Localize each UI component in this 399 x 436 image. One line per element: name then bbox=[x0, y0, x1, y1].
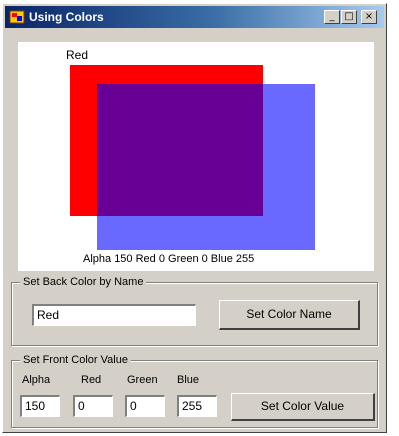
front-color-group-label: Set Front Color Value bbox=[20, 353, 131, 367]
close-button[interactable]: × bbox=[361, 10, 377, 24]
back-color-group: Set Back Color by Name Red Set Color Nam… bbox=[11, 275, 378, 346]
app-icon bbox=[9, 10, 25, 24]
alpha-label: Alpha bbox=[22, 374, 51, 386]
blue-label: Blue bbox=[177, 374, 200, 386]
alpha-input[interactable]: 150 bbox=[20, 395, 60, 417]
color-name-input[interactable]: Red bbox=[32, 304, 196, 326]
blue-translucent-rectangle bbox=[97, 84, 315, 250]
set-color-name-button[interactable]: Set Color Name bbox=[219, 300, 360, 330]
front-color-group: Set Front Color Value Alpha Red Green Bl… bbox=[11, 353, 378, 428]
green-label: Green bbox=[127, 374, 158, 386]
canvas-top-label: Red bbox=[66, 48, 88, 62]
title-bar[interactable]: Using Colors _ □ × bbox=[5, 6, 384, 28]
maximize-button[interactable]: □ bbox=[341, 10, 357, 24]
drawing-canvas: Red Alpha 150 Red 0 Green 0 Blue 255 bbox=[18, 42, 374, 271]
window-title: Using Colors bbox=[29, 10, 104, 24]
canvas-bottom-label: Alpha 150 Red 0 Green 0 Blue 255 bbox=[83, 253, 254, 265]
back-color-group-label: Set Back Color by Name bbox=[20, 275, 147, 289]
green-input[interactable]: 0 bbox=[125, 395, 165, 417]
red-input[interactable]: 0 bbox=[73, 395, 113, 417]
red-label: Red bbox=[81, 374, 102, 386]
app-window: Using Colors _ □ × Red Alpha 150 Red 0 G… bbox=[2, 3, 387, 433]
blue-input[interactable]: 255 bbox=[177, 395, 217, 417]
minimize-button[interactable]: _ bbox=[324, 10, 340, 24]
set-color-value-button[interactable]: Set Color Value bbox=[231, 393, 375, 421]
